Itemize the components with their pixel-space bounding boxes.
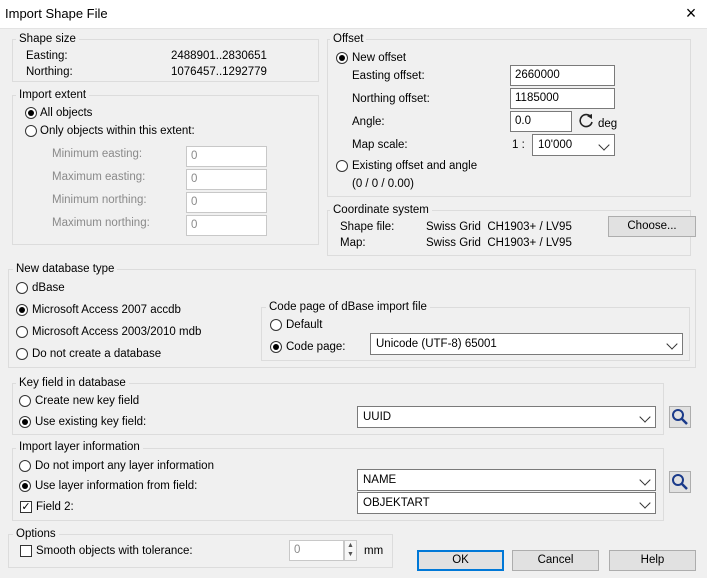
coordinate-system-legend: Coordinate system <box>330 204 432 217</box>
all-objects-label[interactable]: All objects <box>40 106 92 120</box>
use-layer-label[interactable]: Use layer information from field: <box>35 479 197 493</box>
shape-northing-label: Northing: <box>26 66 73 78</box>
no-database-label[interactable]: Do not create a database <box>32 347 161 361</box>
layer-field-value: NAME <box>363 474 397 486</box>
access-2003-radio[interactable] <box>16 326 28 338</box>
new-offset-radio[interactable] <box>336 52 348 64</box>
codepage-default-label[interactable]: Default <box>286 318 322 332</box>
rotate-icon[interactable] <box>576 111 596 131</box>
new-offset-label[interactable]: New offset <box>352 51 406 65</box>
angle-unit: deg <box>598 118 618 130</box>
key-field-search-button[interactable] <box>669 406 691 428</box>
access-2007-radio[interactable] <box>16 304 28 316</box>
all-objects-radio[interactable] <box>25 107 37 119</box>
title-bar: Import Shape File × <box>0 0 707 29</box>
max-northing-label: Maximum northing: <box>52 217 150 229</box>
create-key-radio[interactable] <box>19 395 31 407</box>
angle-label: Angle: <box>352 116 385 128</box>
chevron-down-icon <box>639 474 651 486</box>
min-northing-input[interactable]: 0 <box>186 192 267 213</box>
smooth-label[interactable]: Smooth objects with tolerance: <box>36 544 193 558</box>
codepage-select[interactable]: Unicode (UTF-8) 65001 <box>370 333 683 355</box>
layer-field-select[interactable]: NAME <box>357 469 656 491</box>
offset-legend: Offset <box>330 33 367 46</box>
import-extent-legend: Import extent <box>16 89 90 102</box>
field2-value: OBJEKTART <box>363 497 430 509</box>
no-layer-label[interactable]: Do not import any layer information <box>35 459 214 473</box>
easting-offset-label: Easting offset: <box>352 70 425 82</box>
existing-offset-values: (0 / 0 / 0.00) <box>352 178 415 190</box>
map-value: Swiss Grid CH1903+ / LV95 <box>426 237 572 249</box>
no-layer-radio[interactable] <box>19 460 31 472</box>
options-legend: Options <box>13 528 59 541</box>
tolerance-input[interactable]: 0 <box>289 540 344 561</box>
map-scale-label: Map scale: <box>352 139 408 151</box>
choose-button[interactable]: Choose... <box>608 216 696 237</box>
within-extent-radio[interactable] <box>25 125 37 137</box>
field2-label[interactable]: Field 2: <box>36 500 74 514</box>
access-2007-label[interactable]: Microsoft Access 2007 accdb <box>32 303 181 317</box>
layer-field-search-button[interactable] <box>669 471 691 493</box>
max-northing-input[interactable]: 0 <box>186 215 267 236</box>
tolerance-unit: mm <box>364 545 384 557</box>
field2-select[interactable]: OBJEKTART <box>357 492 656 514</box>
max-easting-label: Maximum easting: <box>52 171 146 183</box>
cancel-button[interactable]: Cancel <box>512 550 599 571</box>
access-2003-label[interactable]: Microsoft Access 2003/2010 mdb <box>32 325 201 339</box>
chevron-down-icon <box>666 338 678 350</box>
dbase-label[interactable]: dBase <box>32 281 65 295</box>
use-key-radio[interactable] <box>19 416 31 428</box>
key-field-value: UUID <box>363 411 392 423</box>
use-key-label[interactable]: Use existing key field: <box>35 415 146 429</box>
map-scale-value: 10'000 <box>538 139 573 151</box>
easting-offset-input[interactable]: 2660000 <box>510 65 615 86</box>
codepage-radio[interactable] <box>270 341 282 353</box>
shape-file-value: Swiss Grid CH1903+ / LV95 <box>426 221 572 233</box>
angle-input[interactable]: 0.0 <box>510 111 572 132</box>
northing-offset-input[interactable]: 1185000 <box>510 88 615 109</box>
map-scale-prefix: 1 : <box>512 139 525 151</box>
codepage-value: Unicode (UTF-8) 65001 <box>376 338 497 350</box>
help-button[interactable]: Help <box>609 550 696 571</box>
existing-offset-radio[interactable] <box>336 160 348 172</box>
use-layer-radio[interactable] <box>19 480 31 492</box>
min-easting-input[interactable]: 0 <box>186 146 267 167</box>
create-key-label[interactable]: Create new key field <box>35 394 139 408</box>
search-icon <box>672 474 688 490</box>
map-label: Map: <box>340 237 366 249</box>
shape-size-legend: Shape size <box>16 33 79 46</box>
close-icon[interactable]: × <box>680 2 702 24</box>
min-easting-label: Minimum easting: <box>52 148 143 160</box>
shape-file-label: Shape file: <box>340 221 395 233</box>
max-easting-input[interactable]: 0 <box>186 169 267 190</box>
northing-offset-label: Northing offset: <box>352 93 430 105</box>
tolerance-spinner[interactable]: ▲ ▼ <box>344 540 357 561</box>
ok-button[interactable]: OK <box>417 550 504 571</box>
chevron-down-icon <box>598 139 610 151</box>
key-field-select[interactable]: UUID <box>357 406 656 428</box>
shape-easting-value: 2488901..2830651 <box>171 50 267 62</box>
map-scale-select[interactable]: 10'000 <box>532 134 615 156</box>
codepage-label[interactable]: Code page: <box>286 340 345 354</box>
existing-offset-label[interactable]: Existing offset and angle <box>352 159 477 173</box>
no-database-radio[interactable] <box>16 348 28 360</box>
min-northing-label: Minimum northing: <box>52 194 147 206</box>
chevron-down-icon <box>639 411 651 423</box>
within-extent-label[interactable]: Only objects within this extent: <box>40 124 195 138</box>
key-field-legend: Key field in database <box>16 377 129 390</box>
codepage-default-radio[interactable] <box>270 319 282 331</box>
search-icon <box>672 409 688 425</box>
shape-easting-label: Easting: <box>26 50 68 62</box>
chevron-down-icon <box>639 497 651 509</box>
window-title: Import Shape File <box>5 6 108 21</box>
field2-checkbox[interactable]: ✓ <box>20 501 32 513</box>
dbase-radio[interactable] <box>16 282 28 294</box>
database-type-legend: New database type <box>13 263 118 276</box>
shape-northing-value: 1076457..1292779 <box>171 66 267 78</box>
layer-info-legend: Import layer information <box>16 441 143 454</box>
codepage-legend: Code page of dBase import file <box>266 301 430 314</box>
smooth-checkbox[interactable] <box>20 545 32 557</box>
